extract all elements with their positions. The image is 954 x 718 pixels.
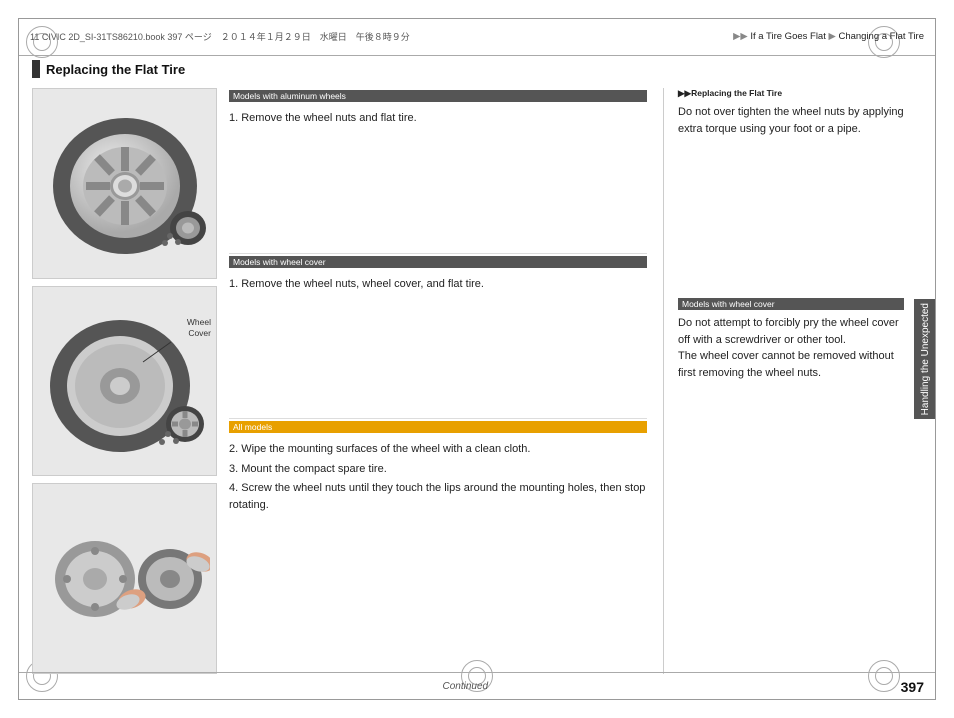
page-border [18, 18, 936, 700]
wheel-cover-label-text: Wheel Cover [187, 317, 211, 339]
